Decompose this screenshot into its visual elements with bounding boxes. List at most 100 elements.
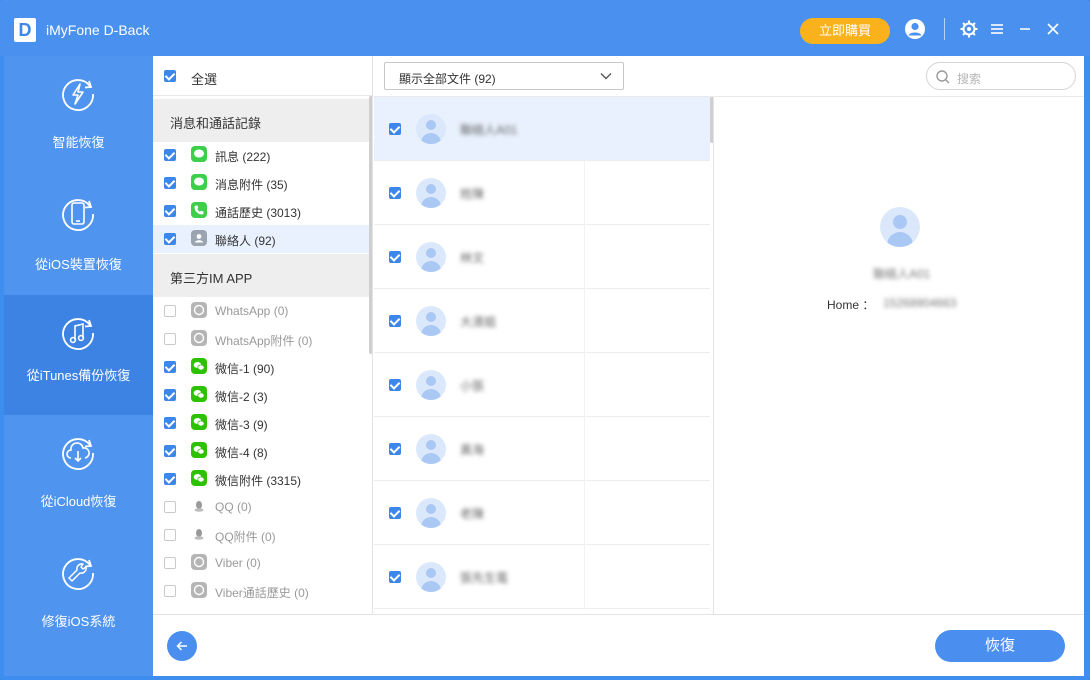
category-checkbox[interactable]	[164, 361, 176, 373]
nav-item-ios-device[interactable]: 從iOS裝置恢復	[4, 176, 153, 296]
avatar	[416, 242, 446, 272]
category-checkbox[interactable]	[164, 417, 176, 429]
category-label: 微信附件 (3315)	[215, 474, 302, 488]
category-item-viber[interactable]: Viber (0)	[153, 549, 369, 577]
wechat-icon	[191, 470, 207, 486]
contact-name: 聯絡人A01	[460, 123, 518, 137]
avatar	[416, 562, 446, 592]
phone-refresh-icon	[62, 199, 94, 231]
chevron-down-icon	[600, 73, 612, 80]
wrench-icon	[62, 558, 94, 590]
whatsapp-icon	[191, 302, 207, 318]
category-checkbox[interactable]	[164, 177, 176, 189]
qq-icon	[191, 498, 207, 514]
category-label: 通話歷史 (3013)	[215, 206, 302, 220]
category-item-messages[interactable]: 訊息 (222)	[153, 141, 369, 169]
contact-checkbox[interactable]	[389, 123, 401, 135]
contact-row[interactable]: 老陳	[374, 481, 710, 545]
buy-now-button[interactable]: 立即購買	[800, 18, 890, 44]
sidebar-nav: 智能恢復 從iOS裝置恢復 從iTunes備份恢復 從iCloud恢復 修復iO…	[4, 56, 153, 676]
contact-name: 老陳	[460, 507, 485, 521]
contact-checkbox[interactable]	[389, 315, 401, 327]
contact-row[interactable]: 小張	[374, 353, 710, 417]
contact-row[interactable]: 黃海	[374, 417, 710, 481]
select-all-checkbox[interactable]	[164, 70, 176, 82]
app-title: iMyFone D-Back	[46, 22, 150, 38]
category-item-qq-attachments[interactable]: QQ附件 (0)	[153, 521, 369, 549]
contacts-icon	[191, 230, 207, 246]
category-label: Viber通話歷史 (0)	[215, 586, 309, 600]
category-label: WhatsApp (0)	[215, 304, 289, 318]
nav-item-repair-ios[interactable]: 修復iOS系統	[4, 535, 153, 655]
contact-checkbox[interactable]	[389, 379, 401, 391]
contact-detail-panel: 聯絡人A01 Home ： 15268904663	[715, 97, 1084, 614]
contact-row[interactable]: 聯絡人A01	[374, 97, 710, 161]
category-label: 聯絡人 (92)	[215, 234, 276, 248]
category-item-wechat-2[interactable]: 微信-2 (3)	[153, 381, 369, 409]
nav-item-icloud[interactable]: 從iCloud恢復	[4, 415, 153, 535]
category-label: 微信-4 (8)	[215, 446, 268, 460]
category-item-wechat-attachments[interactable]: 微信附件 (3315)	[153, 465, 369, 493]
contact-checkbox[interactable]	[389, 507, 401, 519]
search-placeholder: 搜索	[957, 72, 982, 86]
contact-name: 小張	[460, 379, 485, 393]
category-item-wechat-3[interactable]: 微信-3 (9)	[153, 409, 369, 437]
nav-item-smart-recovery[interactable]: 智能恢復	[4, 56, 153, 176]
category-group-header: 消息和通話記錄	[153, 99, 369, 142]
recover-button[interactable]: 恢復	[935, 630, 1065, 662]
category-checkbox[interactable]	[164, 501, 176, 513]
select-all-label: 全選	[191, 72, 218, 87]
category-checkbox[interactable]	[164, 473, 176, 485]
category-checkbox[interactable]	[164, 389, 176, 401]
contact-row[interactable]: 姓陳	[374, 161, 710, 225]
category-item-call-history[interactable]: 通話歷史 (3013)	[153, 197, 369, 225]
nav-item-itunes-backup[interactable]: 從iTunes備份恢復	[4, 295, 153, 415]
nav-label: 從iCloud恢復	[40, 494, 117, 509]
category-checkbox[interactable]	[164, 205, 176, 217]
category-item-contacts[interactable]: 聯絡人 (92)	[153, 225, 369, 253]
category-label: 微信-1 (90)	[215, 362, 275, 376]
detail-contact-name: 聯絡人A01	[873, 267, 931, 281]
qq-icon	[191, 526, 207, 542]
category-item-message-attachments[interactable]: 消息附件 (35)	[153, 169, 369, 197]
category-item-whatsapp[interactable]: WhatsApp (0)	[153, 297, 369, 325]
contact-name: 林文	[460, 251, 485, 265]
contact-row[interactable]: 林文	[374, 225, 710, 289]
contact-list-scrollbar[interactable]	[710, 97, 713, 143]
category-checkbox[interactable]	[164, 333, 176, 345]
contact-row[interactable]: 張先生電	[374, 545, 710, 609]
column-divider	[584, 545, 585, 609]
category-item-viber-calls[interactable]: Viber通話歷史 (0)	[153, 577, 369, 605]
category-checkbox[interactable]	[164, 445, 176, 457]
gear-icon[interactable]	[958, 18, 980, 40]
category-checkbox[interactable]	[164, 305, 176, 317]
phone-icon	[191, 202, 207, 218]
category-checkbox[interactable]	[164, 149, 176, 161]
category-item-whatsapp-attachments[interactable]: WhatsApp附件 (0)	[153, 325, 369, 353]
category-scrollbar[interactable]	[369, 96, 372, 354]
category-checkbox[interactable]	[164, 557, 176, 569]
avatar	[416, 498, 446, 528]
category-item-wechat-4[interactable]: 微信-4 (8)	[153, 437, 369, 465]
category-checkbox[interactable]	[164, 585, 176, 597]
search-input[interactable]: 搜索	[926, 62, 1076, 90]
select-all-row[interactable]: 全選	[153, 56, 372, 96]
category-item-qq[interactable]: QQ (0)	[153, 493, 369, 521]
contact-checkbox[interactable]	[389, 443, 401, 455]
user-icon[interactable]	[904, 18, 926, 40]
category-label: Viber (0)	[215, 556, 261, 570]
close-icon[interactable]	[1042, 18, 1064, 40]
menu-icon[interactable]	[986, 18, 1008, 40]
category-checkbox[interactable]	[164, 529, 176, 541]
contact-name: 大清姐	[460, 315, 497, 329]
column-divider	[584, 161, 585, 225]
file-filter-dropdown[interactable]: 顯示全部文件 (92)	[384, 62, 624, 90]
contact-row[interactable]: 大清姐	[374, 289, 710, 353]
back-button[interactable]	[167, 631, 197, 661]
minimize-icon[interactable]	[1014, 18, 1036, 40]
category-item-wechat-1[interactable]: 微信-1 (90)	[153, 353, 369, 381]
contact-checkbox[interactable]	[389, 571, 401, 583]
category-checkbox[interactable]	[164, 233, 176, 245]
contact-checkbox[interactable]	[389, 251, 401, 263]
contact-checkbox[interactable]	[389, 187, 401, 199]
